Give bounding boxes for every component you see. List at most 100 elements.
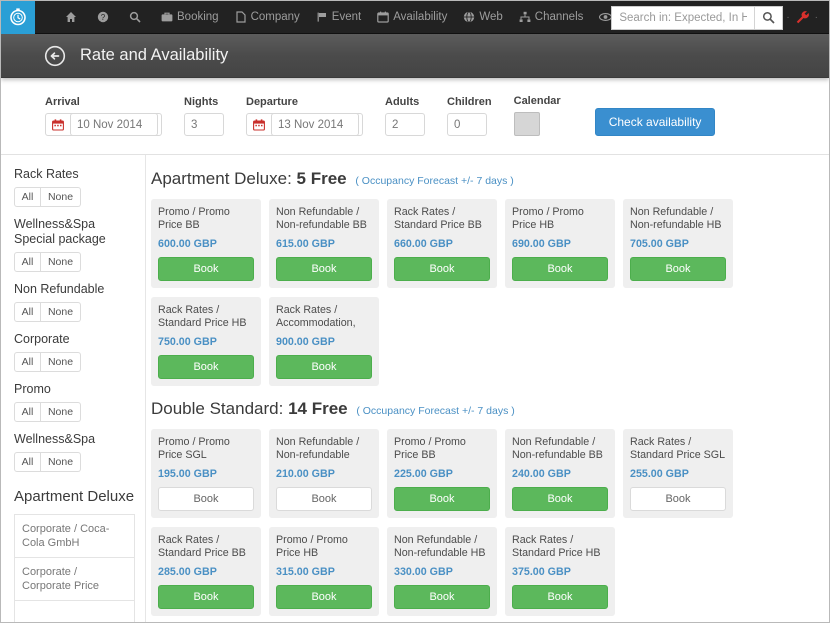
rate-price: 690.00 GBP	[512, 238, 608, 250]
list-item[interactable]	[15, 601, 134, 623]
children-input[interactable]	[447, 113, 487, 136]
nav-item-help[interactable]: ?	[89, 1, 121, 34]
book-button[interactable]: Book	[276, 257, 372, 281]
settings-wrench-button[interactable]	[793, 10, 812, 25]
filter-none-button[interactable]: None	[41, 352, 81, 372]
app-window: ? Booking Company	[0, 0, 830, 623]
room-free-count: 14 Free	[288, 399, 348, 418]
nav-item-booking-label: Booking	[177, 1, 219, 34]
nights-label: Nights	[184, 96, 224, 108]
occupancy-forecast-link[interactable]: ( Occupancy Forecast +/- 7 days )	[356, 405, 514, 417]
check-availability-button[interactable]: Check availability	[595, 108, 716, 136]
occupancy-forecast-link[interactable]: ( Occupancy Forecast +/- 7 days )	[355, 175, 513, 187]
rate-price: 210.00 GBP	[276, 468, 372, 480]
nav-item-search[interactable]	[121, 1, 153, 34]
rate-card-grid: Promo / Promo Price SGL 195.00 GBP Book …	[151, 429, 821, 623]
filter-none-button[interactable]: None	[41, 402, 81, 422]
nav-item-channels-label: Channels	[535, 1, 584, 34]
nights-input[interactable]	[184, 113, 224, 136]
rate-card: Promo / Promo Price BB 225.00 GBP Book	[387, 429, 497, 518]
rate-name: Non Refundable / Non-refundable HB	[394, 534, 490, 560]
rate-name: Rack Rates / Standard Price SGL	[630, 436, 726, 462]
filter-buttons: All None	[14, 352, 135, 372]
nav-item-availability[interactable]: Availability	[369, 1, 455, 34]
rate-card: Rack Rates / Standard Price SGL 255.00 G…	[623, 429, 733, 518]
filter-buttons: All None	[14, 452, 135, 472]
book-button[interactable]: Book	[276, 487, 372, 511]
list-item[interactable]: Corporate / Corporate Price	[15, 558, 134, 601]
rate-card-grid: Promo / Promo Price BB 600.00 GBP Book N…	[151, 199, 821, 395]
nav-item-booking[interactable]: Booking	[153, 1, 227, 34]
flag-icon	[316, 11, 328, 23]
adults-input[interactable]	[385, 113, 425, 136]
calendar-toggle-button[interactable]	[514, 112, 540, 136]
children-field-group: Children	[447, 96, 492, 136]
global-search-input[interactable]	[612, 7, 754, 29]
book-button[interactable]: Book	[276, 585, 372, 609]
rate-price: 240.00 GBP	[512, 468, 608, 480]
app-logo[interactable]	[1, 1, 35, 34]
filter-none-button[interactable]: None	[41, 452, 81, 472]
filter-buttons: All None	[14, 302, 135, 322]
filter-all-button[interactable]: All	[14, 187, 41, 207]
filter-all-button[interactable]: All	[14, 402, 41, 422]
book-button[interactable]: Book	[276, 355, 372, 379]
filter-buttons: All None	[14, 252, 135, 272]
home-icon	[65, 11, 77, 23]
rate-price: 660.00 GBP	[394, 238, 490, 250]
departure-input-wrapper[interactable]	[246, 113, 363, 136]
filter-all-button[interactable]: All	[14, 452, 41, 472]
departure-field-group: Departure	[246, 96, 363, 136]
book-button[interactable]: Book	[394, 487, 490, 511]
filter-group-wellness-spa-special: Wellness&Spa Special package All None	[14, 217, 135, 272]
book-button[interactable]: Book	[394, 257, 490, 281]
book-button[interactable]: Book	[512, 257, 608, 281]
filter-all-button[interactable]: All	[14, 252, 41, 272]
back-button[interactable]	[44, 45, 66, 67]
room-free-count: 5 Free	[297, 169, 347, 188]
nav-item-company[interactable]: Company	[227, 1, 308, 34]
arrival-input-wrapper[interactable]	[45, 113, 162, 136]
room-heading: Apartment Deluxe: 5 Free ( Occupancy For…	[151, 169, 821, 189]
search-icon	[762, 11, 775, 24]
book-button[interactable]: Book	[158, 585, 254, 609]
global-search-button[interactable]	[754, 7, 782, 29]
book-button[interactable]: Book	[158, 257, 254, 281]
nav-right-cluster: · ·	[611, 1, 821, 34]
filter-all-button[interactable]: All	[14, 302, 41, 322]
list-item[interactable]: Corporate / Coca-Cola GmbH	[15, 515, 134, 558]
book-button[interactable]: Book	[512, 585, 608, 609]
rate-card: Rack Rates / Standard Price HB 375.00 GB…	[505, 527, 615, 616]
question-circle-icon: ?	[97, 11, 109, 23]
nav-separator-dot-left: ·	[783, 12, 792, 23]
filter-none-button[interactable]: None	[41, 302, 81, 322]
rate-price: 900.00 GBP	[276, 336, 372, 348]
content-area: Rack Rates All None Wellness&Spa Special…	[1, 155, 829, 623]
book-button[interactable]: Book	[630, 257, 726, 281]
top-navigation-bar: ? Booking Company	[1, 1, 829, 34]
filter-buttons: All None	[14, 402, 135, 422]
nav-item-channels[interactable]: Channels	[511, 1, 592, 34]
filter-none-button[interactable]: None	[41, 252, 81, 272]
departure-date-input[interactable]	[271, 113, 359, 136]
arrival-date-input[interactable]	[70, 113, 158, 136]
filter-none-button[interactable]: None	[41, 187, 81, 207]
book-button[interactable]: Book	[158, 355, 254, 379]
rate-card: Rack Rates / Accommodation, 900.00 GBP B…	[269, 297, 379, 386]
rate-name: Rack Rates / Standard Price HB	[512, 534, 608, 560]
book-button[interactable]: Book	[512, 487, 608, 511]
nav-item-home[interactable]	[57, 1, 89, 34]
rate-card: Non Refundable / Non-refundable HB 330.0…	[387, 527, 497, 616]
page-header: Rate and Availability	[1, 34, 829, 78]
nav-item-event[interactable]: Event	[308, 1, 369, 34]
filter-all-button[interactable]: All	[14, 352, 41, 372]
book-button[interactable]: Book	[158, 487, 254, 511]
calendar-field-group: Calendar	[514, 95, 561, 136]
room-colon: :	[279, 399, 284, 418]
arrival-label: Arrival	[45, 96, 162, 108]
nights-field-group: Nights	[184, 96, 224, 136]
nav-item-web[interactable]: Web	[455, 1, 510, 34]
rate-price: 750.00 GBP	[158, 336, 254, 348]
book-button[interactable]: Book	[394, 585, 490, 609]
book-button[interactable]: Book	[630, 487, 726, 511]
